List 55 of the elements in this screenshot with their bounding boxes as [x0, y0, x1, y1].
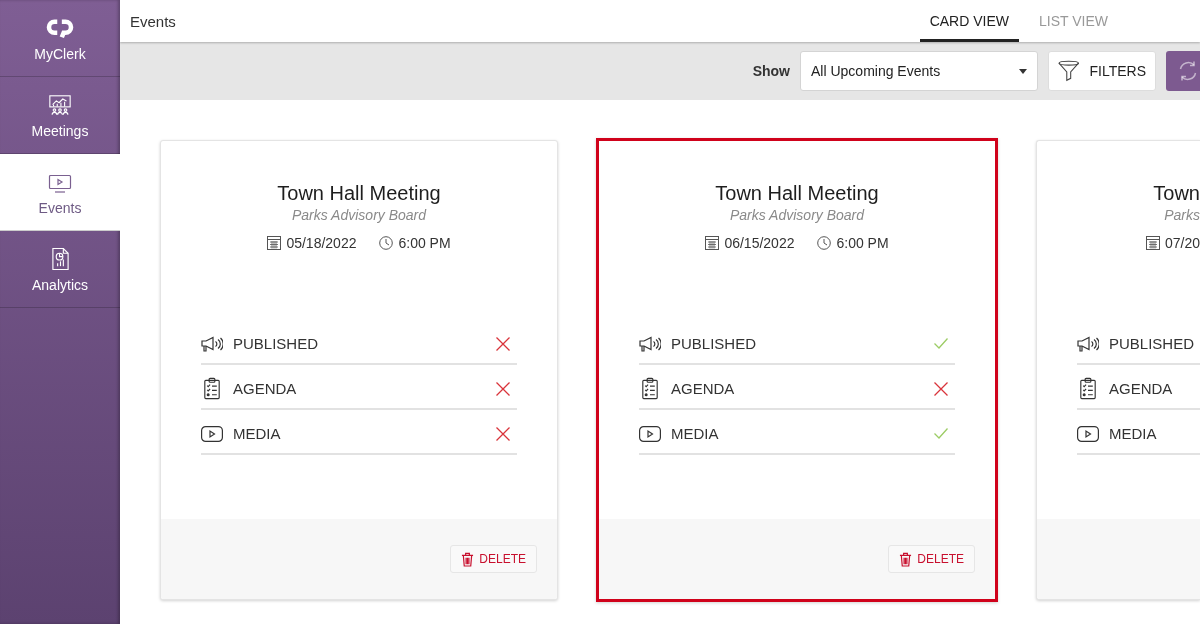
event-card[interactable]: Town Hall Meeting Parks Advisory Board 05/18/2022 6:00 PM PUBLISHED AGENDA MEDIA DELETE	[160, 140, 558, 600]
play-button-icon	[201, 425, 223, 442]
event-time: 6:00 PM	[836, 234, 889, 253]
checklist-label: MEDIA	[671, 425, 720, 442]
events-dropdown[interactable]: All Upcoming Events	[800, 51, 1038, 91]
page-title: Events	[130, 12, 177, 30]
calendar-icon	[1145, 236, 1160, 250]
delete-button[interactable]: DELETE	[450, 545, 537, 573]
event-date: 07/20	[1164, 234, 1200, 253]
sidebar-item[interactable]: Events	[0, 154, 120, 231]
refresh-icon	[1177, 60, 1199, 82]
sidebar-item[interactable]: Analytics	[0, 231, 120, 308]
refresh-button[interactable]	[1166, 51, 1200, 91]
play-button-icon	[639, 425, 661, 442]
event-subtitle: Parks Advisory Board	[291, 206, 427, 225]
checklist-label: PUBLISHED	[1109, 335, 1196, 352]
checklist-label: MEDIA	[233, 425, 282, 442]
presentation-icon	[48, 94, 72, 117]
event-title: Town	[1153, 181, 1200, 205]
event-card[interactable]: Town Hall Meeting Parks Advisory Board 06/15/2022 6:00 PM PUBLISHED AGENDA MEDIA DELETE	[596, 138, 998, 602]
clock-icon	[817, 236, 832, 250]
calendar-icon	[705, 236, 720, 250]
megaphone-icon	[1077, 335, 1099, 352]
trash-icon	[461, 551, 475, 567]
funnel-icon	[1058, 60, 1080, 82]
checklist-label: AGENDA	[1109, 380, 1174, 397]
checklist-label: PUBLISHED	[233, 335, 320, 352]
delete-button[interactable]: DELETE	[888, 545, 975, 573]
logo-icon	[46, 18, 74, 40]
filters-button[interactable]: FILTERS	[1048, 51, 1156, 91]
clipboard-checklist-icon	[641, 377, 659, 400]
caret-icon	[1019, 68, 1027, 74]
clock-icon	[379, 236, 394, 250]
clipboard-checklist-icon	[203, 377, 221, 400]
checklist-label: MEDIA	[1109, 425, 1158, 442]
calendar-icon	[267, 236, 282, 250]
event-subtitle: Parks	[1164, 206, 1200, 225]
event-date: 05/18/2022	[286, 234, 357, 253]
event-subtitle: Parks Advisory Board	[729, 206, 865, 225]
event-date: 06/15/2022	[724, 234, 795, 253]
event-time: 6:00 PM	[398, 234, 451, 253]
monitor-play-icon	[48, 174, 72, 194]
checklist-label: PUBLISHED	[671, 335, 758, 352]
show-label: Show	[752, 63, 790, 79]
clipboard-checklist-icon	[1079, 377, 1097, 400]
event-title: Town Hall Meeting	[277, 181, 441, 205]
trash-icon	[899, 551, 913, 567]
checklist-label: AGENDA	[233, 380, 298, 397]
play-button-icon	[1077, 425, 1099, 442]
event-title: Town Hall Meeting	[715, 181, 879, 205]
megaphone-icon	[639, 335, 661, 352]
checklist-label: AGENDA	[671, 380, 736, 397]
report-chart-icon	[50, 247, 70, 271]
megaphone-icon	[201, 335, 223, 352]
event-card[interactable]: Town Parks 07/20 PUBLISHED AGENDA MEDIA	[1036, 140, 1200, 600]
